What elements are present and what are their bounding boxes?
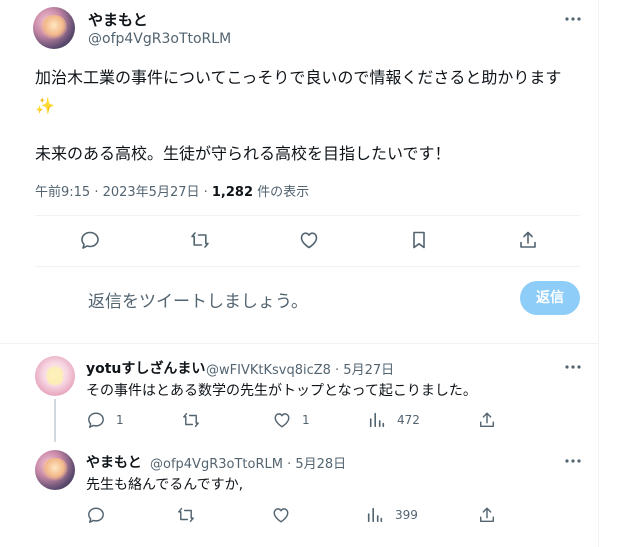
thread-line xyxy=(54,399,56,442)
like-icon[interactable] xyxy=(299,230,319,250)
reply-text: 先生も絡んでるんですか, xyxy=(86,477,244,493)
more-icon[interactable] xyxy=(563,451,583,471)
views-icon[interactable] xyxy=(366,506,384,524)
handle[interactable]: @ofp4VgR3oTtoRLM xyxy=(88,31,231,47)
view-count: 472 xyxy=(397,413,420,427)
tweet-meta: 午前9:15 · 2023年5月27日 · 1,282 件の表示 xyxy=(35,181,309,200)
share-icon[interactable] xyxy=(478,506,496,524)
display-name[interactable]: やまもと xyxy=(86,452,142,472)
tweet-column: やまもと @ofp4VgR3oTtoRLM 加治木工業の事件についてこっそりで良… xyxy=(0,0,599,547)
handle[interactable]: @wFIVKtKsvq8icZ8 · 5月27日 xyxy=(206,359,394,378)
share-icon[interactable] xyxy=(518,230,538,250)
views-icon[interactable] xyxy=(368,411,386,429)
like-icon[interactable] xyxy=(273,411,291,429)
like-icon[interactable] xyxy=(272,506,290,524)
retweet-icon[interactable] xyxy=(182,411,200,429)
more-icon[interactable] xyxy=(563,357,583,377)
divider xyxy=(35,215,580,216)
reply-count: 1 xyxy=(116,413,124,427)
reply-input[interactable]: 返信をツイートしましょう。 xyxy=(88,287,308,312)
reply-button[interactable]: 返信 xyxy=(520,281,580,315)
avatar[interactable] xyxy=(35,450,75,490)
retweet-icon[interactable] xyxy=(177,506,195,524)
divider xyxy=(35,266,580,267)
avatar[interactable] xyxy=(33,7,75,49)
avatar[interactable] xyxy=(35,356,75,396)
handle[interactable]: @ofp4VgR3oTtoRLM · 5月28日 xyxy=(150,453,346,472)
tweet-text-line: 加治木工業の事件についてこっそりで良いので情報くださると助かります xyxy=(35,68,562,87)
display-name[interactable]: やまもと xyxy=(88,9,148,30)
timestamp[interactable]: 午前9:15 · 2023年5月27日 · xyxy=(35,185,212,200)
share-icon[interactable] xyxy=(478,411,496,429)
tweet-text-line: 未来のある高校。生徒が守られる高校を目指したいです！ xyxy=(35,144,451,163)
reply-icon[interactable] xyxy=(80,230,100,250)
display-name[interactable]: yotuすしざんまい xyxy=(86,358,205,378)
reply-text: その事件はとある数学の先生がトップとなって起こりました。 xyxy=(86,383,477,399)
retweet-icon[interactable] xyxy=(190,230,210,250)
sparkle-emoji: ✨ xyxy=(35,96,55,115)
bookmark-icon[interactable] xyxy=(409,230,429,250)
reply-icon[interactable] xyxy=(87,411,105,429)
view-label: 件の表示 xyxy=(253,185,310,200)
divider xyxy=(0,343,598,344)
view-count: 1,282 xyxy=(211,185,254,200)
more-icon[interactable] xyxy=(563,9,583,29)
view-count: 399 xyxy=(395,508,418,522)
like-count: 1 xyxy=(302,413,310,427)
reply-icon[interactable] xyxy=(87,506,105,524)
